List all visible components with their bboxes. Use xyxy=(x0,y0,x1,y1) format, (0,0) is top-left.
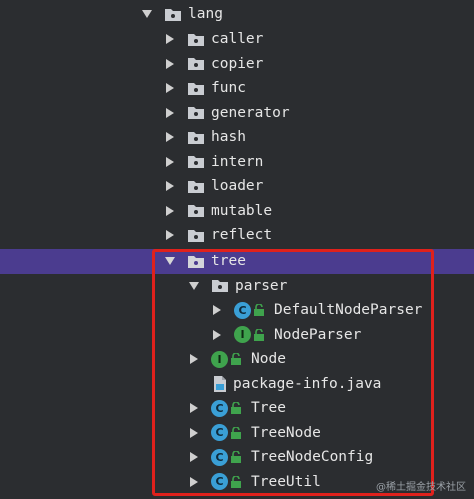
tree-item-label: reflect xyxy=(211,227,273,244)
watermark: @稀土掘金技术社区 xyxy=(376,482,466,493)
tree-item-tree[interactable]: tree xyxy=(0,249,474,274)
lock-icon xyxy=(231,475,241,488)
tree-item-label: func xyxy=(211,80,246,97)
class-icon: C xyxy=(211,473,228,491)
class-icon: C xyxy=(211,399,228,417)
tree-item-label: copier xyxy=(211,55,264,72)
folder-icon xyxy=(188,255,204,268)
chevron-right-icon[interactable] xyxy=(163,155,177,169)
tree-item-intern[interactable]: intern xyxy=(0,150,474,175)
tree-item-label: parser xyxy=(235,277,288,294)
folder-icon xyxy=(188,131,204,144)
tree-item-hash[interactable]: hash xyxy=(0,125,474,150)
chevron-right-icon[interactable] xyxy=(163,179,177,193)
tree-item-mutable[interactable]: mutable xyxy=(0,199,474,224)
chevron-right-icon[interactable] xyxy=(163,204,177,218)
chevron-down-icon[interactable] xyxy=(163,254,177,268)
tree-item-treenode[interactable]: C TreeNode xyxy=(0,421,474,446)
lock-icon xyxy=(254,304,264,317)
tree-item-label: lang xyxy=(188,6,223,23)
folder-icon xyxy=(188,33,204,46)
tree-item-treenodeconfig[interactable]: C TreeNodeConfig xyxy=(0,445,474,470)
tree-item-func[interactable]: func xyxy=(0,76,474,101)
folder-icon xyxy=(188,82,204,95)
tree-item-tree-class[interactable]: C Tree xyxy=(0,396,474,421)
tree-item-reflect[interactable]: reflect xyxy=(0,223,474,248)
tree-item-copier[interactable]: copier xyxy=(0,52,474,77)
tree-item-node[interactable]: I Node xyxy=(0,347,474,372)
tree-item-label: TreeNode xyxy=(251,424,321,441)
chevron-down-icon[interactable] xyxy=(140,7,154,21)
tree-item-loader[interactable]: loader xyxy=(0,174,474,199)
tree-item-package-info[interactable]: package-info.java xyxy=(0,372,474,397)
interface-icon: I xyxy=(211,350,228,368)
folder-icon xyxy=(188,229,204,242)
chevron-right-icon[interactable] xyxy=(187,401,201,415)
chevron-right-icon[interactable] xyxy=(163,81,177,95)
chevron-right-icon[interactable] xyxy=(163,57,177,71)
folder-icon xyxy=(212,280,228,293)
tree-item-defaultnodeparser[interactable]: C DefaultNodeParser xyxy=(0,298,474,323)
tree-item-label: loader xyxy=(211,178,264,195)
tree-item-label: caller xyxy=(211,31,264,48)
lock-icon xyxy=(231,426,241,439)
folder-icon xyxy=(188,156,204,169)
tree-item-label: DefaultNodeParser xyxy=(274,302,423,319)
tree-item-nodeparser[interactable]: I NodeParser xyxy=(0,323,474,348)
chevron-right-icon[interactable] xyxy=(210,303,224,317)
class-icon: C xyxy=(211,448,228,466)
tree-item-label: intern xyxy=(211,153,264,170)
tree-item-generator[interactable]: generator xyxy=(0,101,474,126)
class-icon: C xyxy=(234,301,251,319)
tree-item-label: package-info.java xyxy=(233,375,382,392)
class-icon: C xyxy=(211,424,228,442)
folder-icon xyxy=(188,205,204,218)
chevron-right-icon[interactable] xyxy=(210,328,224,342)
chevron-right-icon[interactable] xyxy=(187,475,201,489)
tree-item-label: TreeUtil xyxy=(251,473,321,490)
java-file-icon xyxy=(214,375,226,392)
interface-icon: I xyxy=(234,326,251,344)
chevron-right-icon[interactable] xyxy=(163,228,177,242)
lock-icon xyxy=(254,328,264,341)
folder-icon xyxy=(188,58,204,71)
tree-item-label: NodeParser xyxy=(274,326,362,343)
lock-icon xyxy=(231,451,241,464)
chevron-right-icon[interactable] xyxy=(163,32,177,46)
tree-item-label: mutable xyxy=(211,202,273,219)
tree-item-parser[interactable]: parser xyxy=(0,274,474,299)
tree-item-label: TreeNodeConfig xyxy=(251,449,374,466)
chevron-right-icon[interactable] xyxy=(163,130,177,144)
tree-item-caller[interactable]: caller xyxy=(0,27,474,52)
chevron-right-icon[interactable] xyxy=(187,426,201,440)
folder-icon xyxy=(188,107,204,120)
lock-icon xyxy=(231,402,241,415)
tree-item-label: generator xyxy=(211,104,290,121)
lock-icon xyxy=(231,353,241,366)
chevron-right-icon[interactable] xyxy=(187,352,201,366)
chevron-right-icon[interactable] xyxy=(187,450,201,464)
tree-item-label: Tree xyxy=(251,400,286,417)
chevron-right-icon[interactable] xyxy=(163,106,177,120)
tree-item-label: Node xyxy=(251,351,286,368)
chevron-down-icon[interactable] xyxy=(187,279,201,293)
folder-icon xyxy=(165,8,181,21)
tree-item-label: tree xyxy=(211,253,246,270)
tree-item-label: hash xyxy=(211,129,246,146)
tree-item-lang[interactable]: lang xyxy=(0,2,474,27)
folder-icon xyxy=(188,180,204,193)
